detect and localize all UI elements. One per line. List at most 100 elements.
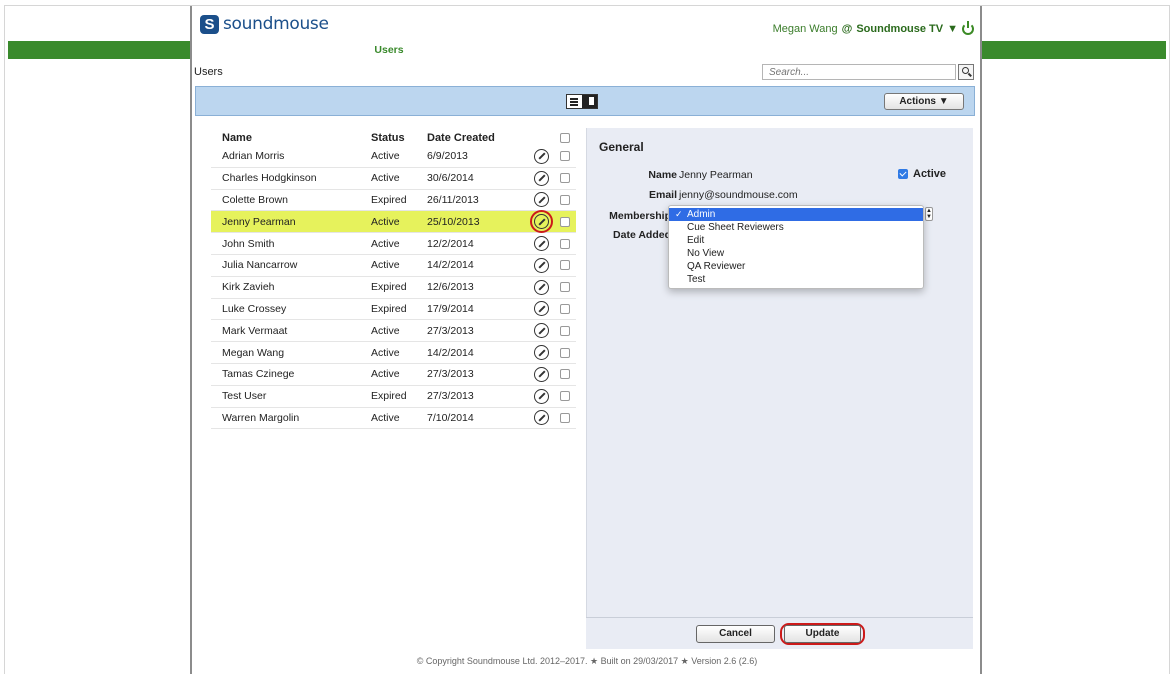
table-row[interactable]: Julia Nancarrow Active 14/2/2014 bbox=[211, 255, 576, 277]
date-added-label: Date Added bbox=[613, 229, 671, 241]
user-status-cell: Expired bbox=[371, 193, 407, 206]
table-row[interactable]: Megan Wang Active 14/2/2014 bbox=[211, 342, 576, 364]
user-name-cell: Megan Wang bbox=[222, 346, 285, 359]
edit-icon[interactable] bbox=[533, 236, 549, 252]
row-checkbox[interactable] bbox=[560, 303, 570, 314]
edit-icon[interactable] bbox=[533, 192, 549, 208]
user-status-cell: Active bbox=[371, 346, 400, 359]
tab-prod-companies[interactable]: Prod. Companies bbox=[586, 41, 717, 59]
row-checkbox[interactable] bbox=[560, 238, 570, 249]
user-date-cell: 7/10/2014 bbox=[427, 411, 474, 424]
membership-option[interactable]: Edit bbox=[669, 234, 923, 247]
cancel-button[interactable]: Cancel bbox=[696, 625, 775, 643]
table-row[interactable]: Test User Expired 27/3/2013 bbox=[211, 386, 576, 408]
user-name-cell: Julia Nancarrow bbox=[222, 259, 298, 272]
table-row[interactable]: Warren Margolin Active 7/10/2014 bbox=[211, 408, 576, 430]
soundmouse-logo-icon: S bbox=[200, 14, 219, 34]
row-checkbox[interactable] bbox=[560, 391, 570, 402]
membership-option[interactable]: Cue Sheet Reviewers bbox=[669, 221, 923, 234]
edit-icon[interactable] bbox=[533, 388, 549, 404]
row-checkbox[interactable] bbox=[560, 194, 570, 205]
table-row[interactable]: Adrian Morris Active 6/9/2013 bbox=[211, 146, 576, 168]
user-date-cell: 14/2/2014 bbox=[427, 346, 474, 359]
active-label: Active bbox=[913, 168, 947, 180]
edit-icon[interactable] bbox=[533, 148, 549, 164]
user-status-cell: Active bbox=[371, 172, 400, 185]
update-button[interactable]: Update bbox=[784, 625, 861, 643]
user-date-cell: 6/9/2013 bbox=[427, 150, 468, 163]
search-bar bbox=[762, 64, 974, 80]
tab-advanced[interactable]: Advanced bbox=[849, 41, 980, 59]
table-row[interactable]: Charles Hodgkinson Active 30/6/2014 bbox=[211, 168, 576, 190]
table-row[interactable]: Mark Vermaat Active 27/3/2013 bbox=[211, 320, 576, 343]
table-row[interactable]: John Smith Active 12/2/2014 bbox=[211, 233, 576, 255]
membership-option[interactable]: Test bbox=[669, 273, 923, 286]
outer-left-rule bbox=[4, 5, 5, 674]
search-input[interactable] bbox=[762, 64, 956, 80]
tab-channels[interactable]: Channels bbox=[455, 41, 586, 59]
user-status-cell: Expired bbox=[371, 302, 407, 315]
column-header-status[interactable]: Status bbox=[371, 132, 427, 144]
membership-dropdown[interactable]: AdminCue Sheet ReviewersEditNo ViewQA Re… bbox=[668, 205, 924, 289]
user-date-cell: 25/10/2013 bbox=[427, 215, 480, 228]
user-menu[interactable]: Megan Wang @ Soundmouse TV ▼ bbox=[773, 21, 974, 35]
user-date-cell: 27/3/2013 bbox=[427, 368, 474, 381]
soundmouse-logo[interactable]: S soundmouse bbox=[200, 14, 329, 34]
table-row[interactable]: Tamas Czinege Active 27/3/2013 bbox=[211, 364, 576, 386]
user-name-cell: Charles Hodgkinson bbox=[222, 172, 317, 185]
tab-users[interactable]: Users bbox=[323, 41, 455, 59]
table-row[interactable]: Jenny Pearman Active 25/10/2013 bbox=[211, 210, 576, 234]
list-view-icon[interactable] bbox=[567, 95, 582, 108]
row-checkbox[interactable] bbox=[560, 216, 570, 227]
row-checkbox[interactable] bbox=[560, 369, 570, 380]
user-status-cell: Active bbox=[371, 324, 400, 337]
row-checkbox[interactable] bbox=[560, 347, 570, 358]
user-menu-caret: ▼ bbox=[947, 23, 958, 35]
edit-icon[interactable] bbox=[533, 301, 549, 317]
edit-icon[interactable] bbox=[533, 170, 549, 186]
active-checkbox[interactable] bbox=[898, 169, 908, 179]
row-checkbox[interactable] bbox=[560, 282, 570, 293]
select-all-checkbox[interactable] bbox=[560, 133, 570, 143]
column-header-name[interactable]: Name bbox=[211, 132, 371, 144]
edit-icon[interactable] bbox=[533, 345, 549, 361]
row-checkbox[interactable] bbox=[560, 173, 570, 184]
edit-icon[interactable] bbox=[533, 257, 549, 273]
user-rows: Adrian Morris Active 6/9/2013 Charles Hodgk… bbox=[211, 146, 576, 430]
user-name-cell: Test User bbox=[222, 390, 267, 403]
tab-general[interactable]: General bbox=[192, 41, 323, 59]
user-date-cell: 27/3/2013 bbox=[427, 324, 474, 337]
breadcrumb: Users bbox=[194, 66, 223, 78]
row-checkbox[interactable] bbox=[560, 325, 570, 336]
main-nav: General Users Channels Prod. Companies C… bbox=[192, 41, 980, 59]
row-checkbox[interactable] bbox=[560, 412, 570, 423]
membership-select-arrows[interactable]: ▲ ▼ bbox=[925, 207, 933, 221]
user-status-cell: Active bbox=[371, 237, 400, 250]
column-header-date[interactable]: Date Created bbox=[427, 132, 527, 144]
edit-icon[interactable] bbox=[533, 279, 549, 295]
edit-icon[interactable] bbox=[529, 210, 553, 234]
power-icon[interactable] bbox=[962, 21, 974, 35]
row-checkbox[interactable] bbox=[560, 151, 570, 162]
user-date-cell: 14/2/2014 bbox=[427, 259, 474, 272]
row-checkbox[interactable] bbox=[560, 260, 570, 271]
user-status-cell: Active bbox=[371, 368, 400, 381]
table-row[interactable]: Luke Crossey Expired 17/9/2014 bbox=[211, 299, 576, 321]
search-button[interactable] bbox=[958, 64, 974, 80]
actions-button[interactable]: Actions ▼ bbox=[884, 93, 964, 110]
split-view-icon[interactable] bbox=[582, 95, 597, 108]
brand-name: soundmouse bbox=[223, 14, 329, 34]
user-status-cell: Active bbox=[371, 150, 400, 163]
membership-label: Membership bbox=[609, 210, 671, 222]
membership-option[interactable]: QA Reviewer bbox=[669, 260, 923, 273]
toolbar: Actions ▼ bbox=[195, 86, 975, 116]
active-toggle[interactable]: Active bbox=[898, 168, 946, 180]
table-row[interactable]: Colette Brown Expired 26/11/2013 bbox=[211, 190, 576, 212]
table-row[interactable]: Kirk Zavieh Expired 12/6/2013 bbox=[211, 277, 576, 299]
membership-option[interactable]: No View bbox=[669, 247, 923, 260]
edit-icon[interactable] bbox=[533, 366, 549, 382]
tab-configurations[interactable]: Configurations bbox=[717, 41, 848, 59]
membership-option[interactable]: Admin bbox=[669, 208, 923, 221]
edit-icon[interactable] bbox=[533, 323, 549, 339]
edit-icon[interactable] bbox=[533, 410, 549, 426]
